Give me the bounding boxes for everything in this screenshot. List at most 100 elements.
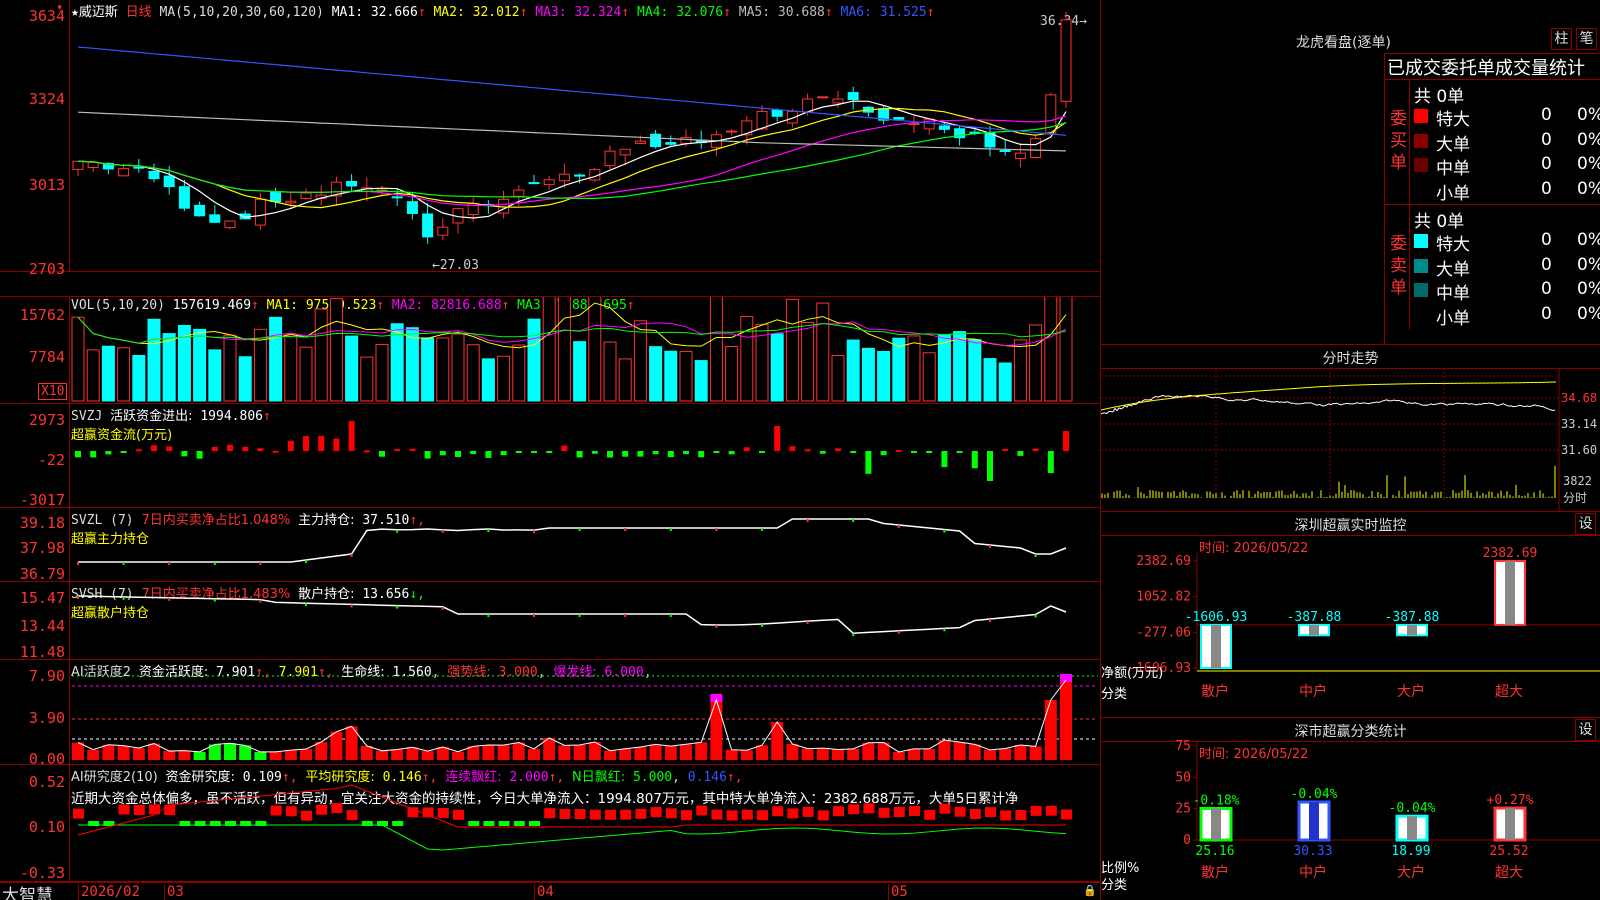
monitor-category-label: 大户	[1397, 683, 1425, 700]
fund-flow-bar	[394, 449, 401, 452]
monitor-ytick-label: -277.06	[1136, 625, 1191, 640]
activity-bar	[1044, 700, 1057, 760]
fund-flow-bar	[652, 451, 659, 455]
fund-flow-bar	[455, 451, 461, 457]
activity-bar	[512, 742, 525, 760]
lock-icon[interactable]: 🔒	[1083, 884, 1097, 897]
fund-flow-bar	[424, 451, 431, 459]
candle-body	[224, 220, 236, 229]
volume-bar	[193, 328, 207, 402]
fund-flow-bar	[880, 451, 887, 456]
class-change-label: -0.04%	[1389, 801, 1436, 816]
volume-bar	[451, 333, 465, 402]
research-bar	[544, 808, 556, 819]
class-value-label: 25.16	[1195, 844, 1234, 859]
order-row-count: 0	[1541, 178, 1552, 199]
bar-mode-button[interactable]: 柱	[1551, 28, 1572, 50]
fund-flow-bar	[1017, 451, 1024, 456]
volume-bar	[968, 339, 982, 402]
activity-bar	[695, 742, 708, 760]
intraday-panel[interactable]: 分时走势 34.68 33.14 31.60 3822 分时	[1101, 346, 1600, 512]
candle-body	[893, 117, 905, 120]
holding-tick	[715, 624, 718, 628]
volume-bar	[71, 316, 85, 402]
volume-bar	[466, 344, 480, 402]
research-bar	[893, 806, 905, 817]
svsh-pane[interactable]: 15.47 13.44 11.48 SVSH (7) 7日内买卖净占比1.483…	[0, 582, 1100, 661]
order-row-label: 特大	[1436, 235, 1470, 255]
research-bar	[589, 809, 601, 820]
sell-total: 共 0单	[1414, 212, 1465, 232]
volume-bar	[223, 334, 237, 402]
research-bar	[73, 808, 84, 819]
ma-line	[77, 111, 1067, 152]
volume-bar	[345, 335, 359, 402]
class-category-label: 中户	[1299, 864, 1327, 881]
research-bar	[513, 821, 525, 826]
sz-monitor-chart: 2382.691052.82-277.06-1606.93-1606.93散户-…	[1128, 546, 1600, 700]
volume-bar	[998, 362, 1012, 402]
sz-class-chart: 75 50 25 0 -0.18% 25.16 散户 -0.04% 30.33 中户 -0.04% 1…	[1175, 739, 1600, 881]
candle-body	[650, 133, 662, 148]
volume-bar	[238, 356, 252, 402]
price-pane[interactable]: 3634 3324 3013 2703 ▾ ★威迈斯 日线 MA(5,10,20…	[0, 0, 1100, 278]
volume-bar	[269, 316, 283, 402]
activity-bar	[740, 750, 753, 760]
class-ytick-label: 0	[1183, 833, 1191, 848]
volume-bar	[314, 308, 328, 402]
holding-tick	[77, 562, 79, 565]
activity-bar	[786, 744, 799, 760]
candle-body	[832, 98, 844, 104]
activity-bar	[908, 748, 920, 760]
fund-flow-bar	[333, 438, 340, 451]
svzj-pane[interactable]: 2973 -22 -3017 SVZJ 活跃资金进出: 1994.806↑ 超赢…	[0, 404, 1100, 509]
volume-bar	[770, 333, 784, 402]
intraday-vol: 3822	[1563, 474, 1592, 488]
activity-bar	[710, 700, 723, 760]
research-bar	[331, 803, 343, 814]
holding-tick	[624, 528, 627, 531]
holding-tick	[168, 597, 171, 601]
research-bar	[1015, 810, 1027, 821]
order-row-pct: 0%	[1577, 178, 1600, 199]
class-change-label: -0.18%	[1193, 793, 1240, 808]
holding-tick	[122, 596, 125, 600]
order-row-count: 0	[1541, 230, 1552, 250]
volume-pane[interactable]: 15762 7784 X10 VOL(5,10,20) 157619.469↑ …	[0, 296, 1100, 404]
svzl-pane[interactable]: 39.18 37.98 36.79 SVZL (7) 7日内买卖净占比1.048…	[0, 508, 1100, 583]
research-bar	[833, 806, 844, 817]
research-bar	[985, 807, 996, 818]
activity-bar	[436, 747, 449, 760]
ai-research-pane[interactable]: 0.52 0.10 -0.33 AI研究度2(10) 资金研究度: 0.109↑…	[0, 765, 1100, 882]
sz-class-xlabel: 分类	[1101, 878, 1128, 893]
fund-flow-bar	[713, 451, 720, 453]
holding-tick	[852, 633, 855, 637]
monitor-bar-label: -1606.93	[1185, 610, 1248, 625]
volume-bar	[725, 346, 739, 402]
class-value-label: 25.52	[1489, 844, 1528, 859]
fund-flow-bar	[196, 451, 203, 459]
activity-bar	[756, 745, 768, 760]
candle-body	[118, 168, 130, 177]
candle-body	[999, 150, 1011, 153]
monitor-bar-label: -387.88	[1385, 610, 1440, 625]
activity-bar	[284, 750, 297, 760]
tick-mode-button[interactable]: 笔	[1576, 28, 1597, 50]
holding-tick	[897, 525, 900, 528]
candle-body	[574, 174, 586, 177]
volume-bar	[208, 349, 222, 402]
fund-flow-bar	[348, 421, 355, 451]
volume-bar	[1013, 339, 1027, 402]
research-bar	[802, 806, 814, 817]
fund-flow-bar	[987, 451, 993, 481]
activity-bar	[193, 751, 206, 760]
class-value-label: 30.33	[1293, 844, 1332, 859]
monitor-category-label: 中户	[1299, 683, 1327, 700]
ai-activity-pane[interactable]: 7.90 3.90 0.00 AI活跃度2 资金活跃度: 7.901↑, 7.9…	[0, 660, 1100, 768]
order-row-count: 0	[1541, 129, 1552, 150]
candle-body	[680, 136, 692, 144]
volume-bar	[497, 355, 511, 402]
research-bar	[437, 807, 449, 818]
order-row: 中单 0 0%	[1414, 279, 1600, 304]
volume-bar	[481, 358, 495, 402]
